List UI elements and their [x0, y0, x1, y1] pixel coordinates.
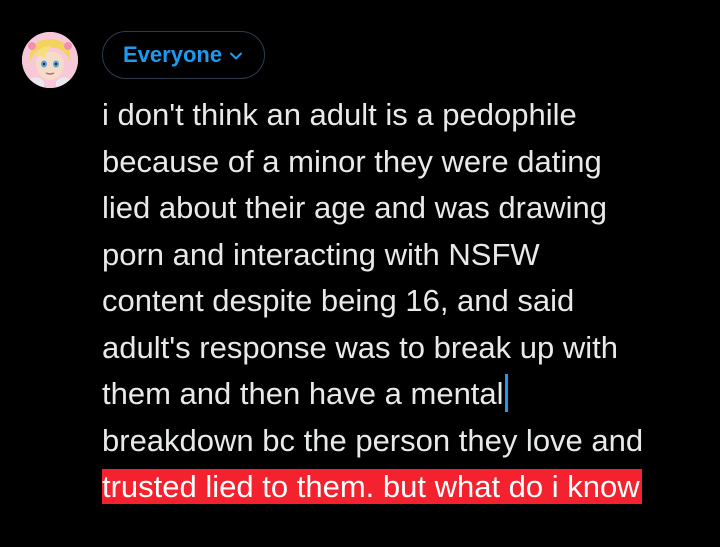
audience-label: Everyone: [123, 42, 223, 67]
compose-text-area[interactable]: i don't think an adult is a pedophile be…: [102, 92, 702, 511]
text-line: content despite being 16, and said: [102, 283, 575, 318]
audience-selector-button[interactable]: Everyone: [102, 31, 266, 79]
text-selection[interactable]: trusted lied to them. but what do i know: [102, 469, 642, 504]
selected-text-line: trusted lied to them. but what do i know: [102, 464, 702, 511]
text-line: because of a minor they were dating: [102, 143, 602, 179]
text-line: porn and interacting with NSFW: [102, 236, 540, 272]
avatar-icon: [22, 32, 78, 88]
text-line: them and then have a mental: [102, 376, 504, 411]
text-line: lied about their age and was drawing: [102, 190, 607, 225]
text-line: i don't think an adult is a pedophile: [102, 97, 577, 132]
text-line-with-caret: them and then have a mental: [102, 371, 702, 418]
chevron-down-icon: [230, 52, 243, 60]
text-line: adult's response was to break up with: [102, 329, 618, 365]
text-line: breakdown bc the person they love and: [102, 422, 644, 458]
avatar[interactable]: [22, 32, 78, 88]
text-cursor: [504, 374, 508, 412]
